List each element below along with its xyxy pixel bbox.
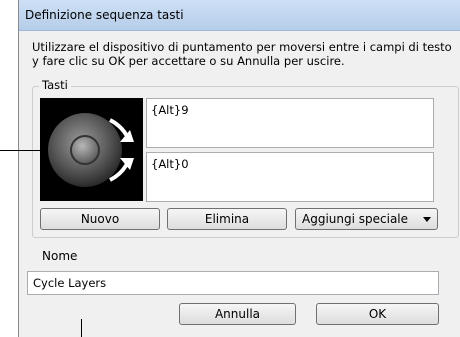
nuovo-button-label: Nuovo <box>80 212 120 226</box>
dial-ring-icon <box>48 113 134 187</box>
elimina-button[interactable]: Elimina <box>167 208 287 230</box>
aggiungi-speciale-label: Aggiungi speciale <box>302 212 409 226</box>
ok-button-label: OK <box>368 307 387 321</box>
nome-input-value: Cycle Layers <box>33 276 107 290</box>
tasti-group-label: Tasti <box>39 78 71 92</box>
nuovo-button[interactable]: Nuovo <box>40 208 160 230</box>
nome-input[interactable]: Cycle Layers <box>27 271 439 295</box>
elimina-button-label: Elimina <box>204 212 250 226</box>
window-title: Definizione sequenza tasti <box>25 8 184 22</box>
dial-preview <box>40 98 143 201</box>
key-field-2-value: {Alt}0 <box>151 157 189 171</box>
annulla-button[interactable]: Annulla <box>179 303 296 325</box>
instructions-text: Utilizzare el dispositivo di puntamento … <box>32 40 452 68</box>
callout-line-bottom <box>81 319 82 337</box>
title-bar[interactable]: Definizione sequenza tasti <box>19 0 460 31</box>
nome-label: Nome <box>42 249 78 263</box>
key-field-1[interactable]: {Alt}9 <box>146 98 434 148</box>
chevron-down-icon <box>423 217 431 222</box>
key-field-2[interactable]: {Alt}0 <box>146 152 434 202</box>
aggiungi-speciale-dropdown[interactable]: Aggiungi speciale <box>295 208 438 230</box>
key-sequence-dialog: Definizione sequenza tasti Utilizzare el… <box>18 0 460 337</box>
key-field-1-value: {Alt}9 <box>151 103 189 117</box>
ok-button[interactable]: OK <box>316 303 439 325</box>
callout-line-left <box>0 150 40 151</box>
annulla-button-label: Annulla <box>214 307 261 321</box>
